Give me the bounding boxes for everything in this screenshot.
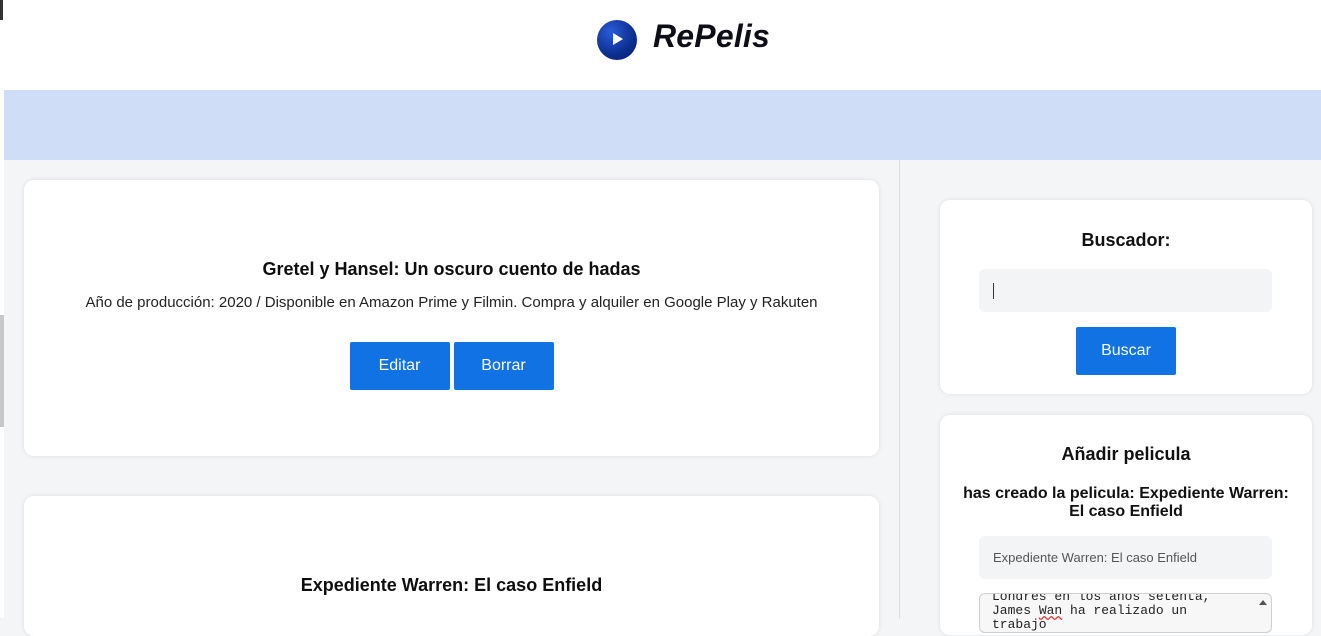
navigation-bar [4, 90, 1321, 160]
movie-card: Gretel y Hansel: Un oscuro cuento de had… [24, 180, 879, 456]
search-button[interactable]: Buscar [1076, 327, 1176, 375]
add-movie-title: Añadir pelicula [1061, 444, 1191, 464]
scroll-up-icon[interactable] [1259, 600, 1267, 605]
movie-title: Gretel y Hansel: Un oscuro cuento de had… [262, 259, 641, 279]
movie-description-textarea[interactable]: Londres en los años setenta, James Wan h… [979, 593, 1272, 633]
movie-card: Expediente Warren: El caso Enfield [24, 496, 879, 636]
text-caret [993, 283, 994, 299]
play-triangle [613, 33, 623, 45]
movie-title-field[interactable]: Expediente Warren: El caso Enfield [979, 536, 1272, 579]
movie-actions: Editar Borrar [24, 342, 879, 390]
spellcheck-word: Wan [1038, 603, 1063, 618]
window-edge-marker [0, 0, 3, 20]
window-edge-scroll-marker [0, 315, 4, 427]
delete-button[interactable]: Borrar [453, 342, 554, 390]
created-message: has creado la pelicula: Expediente Warre… [963, 485, 1289, 520]
search-input[interactable] [979, 269, 1272, 312]
site-header: RePelis [4, 0, 1321, 90]
movie-title: Expediente Warren: El caso Enfield [300, 575, 603, 595]
play-circle-icon[interactable] [597, 20, 637, 60]
search-panel: Buscador: Buscar [940, 200, 1312, 394]
search-title: Buscador: [1081, 230, 1171, 250]
textarea-line: James Wan ha realizado un trabajo [992, 604, 1247, 632]
brand-title[interactable]: RePelis [653, 18, 770, 55]
movie-description: Año de producción: 2020 / Disponible en … [85, 294, 818, 311]
column-divider [899, 160, 900, 618]
textarea-text: James [992, 603, 1039, 618]
edit-button[interactable]: Editar [349, 342, 450, 390]
add-movie-panel: Añadir pelicula has creado la pelicula: … [940, 415, 1312, 635]
